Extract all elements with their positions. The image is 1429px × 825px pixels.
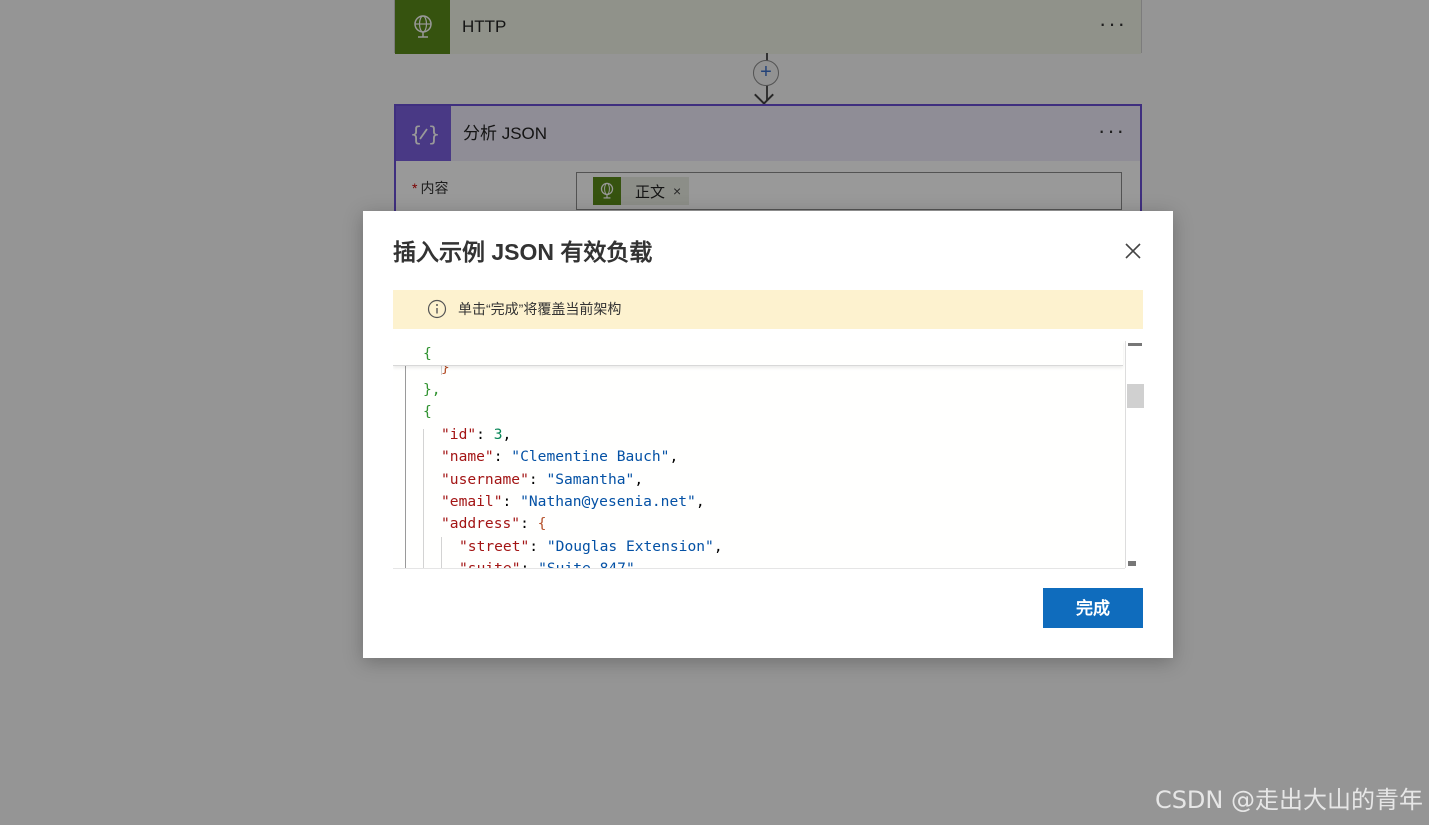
code-line: { bbox=[423, 401, 432, 423]
code-token: "suite" bbox=[459, 560, 521, 569]
sample-payload-dialog: 插入示例 JSON 有效负载 单击“完成”将覆盖当前架构 { } }, { "i… bbox=[363, 211, 1173, 658]
editor-scrollbar[interactable] bbox=[1125, 341, 1144, 568]
scrollbar-thumb[interactable] bbox=[1127, 384, 1144, 408]
info-message-bar: 单击“完成”将覆盖当前架构 bbox=[393, 290, 1143, 329]
code-token: "email" bbox=[441, 493, 503, 510]
scrollbar-marker bbox=[1128, 561, 1136, 566]
indent-guide bbox=[441, 537, 442, 568]
info-text: 单击“完成”将覆盖当前架构 bbox=[458, 301, 622, 317]
code-token: "Douglas Extension" bbox=[546, 538, 714, 555]
code-token: "name" bbox=[441, 448, 494, 465]
code-token: "Samantha" bbox=[546, 471, 635, 488]
code-line: "username": "Samantha", bbox=[441, 471, 644, 488]
code-line: "street": "Douglas Extension", bbox=[459, 538, 723, 555]
code-token: "username" bbox=[441, 471, 529, 488]
code-token: "Clementine Bauch" bbox=[511, 448, 670, 465]
code-line: "email": "Nathan@yesenia.net", bbox=[441, 493, 705, 510]
code-line: "name": "Clementine Bauch", bbox=[441, 448, 679, 465]
code-token: "Suite 847" bbox=[538, 560, 635, 569]
sticky-scroll-header: { bbox=[393, 341, 1123, 366]
scrollbar-marker bbox=[1128, 343, 1142, 346]
code-token: { bbox=[537, 515, 547, 532]
code-token: "address" bbox=[441, 515, 521, 532]
code-line: { bbox=[423, 343, 432, 365]
code-token: }, bbox=[423, 381, 441, 398]
indent-guide bbox=[405, 365, 406, 568]
code-token: "street" bbox=[459, 538, 530, 555]
info-icon bbox=[427, 299, 447, 319]
code-line: }, bbox=[423, 379, 441, 401]
code-token: "Nathan@yesenia.net" bbox=[520, 493, 696, 510]
code-line: "suite": "Suite 847", bbox=[459, 558, 644, 569]
indent-guide bbox=[423, 429, 424, 568]
watermark-text: CSDN @走出大山的青年 bbox=[1154, 786, 1423, 814]
code-token: { bbox=[423, 403, 432, 420]
close-icon[interactable] bbox=[1121, 239, 1145, 263]
dialog-title: 插入示例 JSON 有效负载 bbox=[393, 239, 653, 265]
done-button[interactable]: 完成 bbox=[1043, 588, 1143, 628]
code-token: 3 bbox=[493, 426, 503, 443]
code-token: { bbox=[423, 345, 432, 362]
json-code-editor[interactable]: { } }, { "id": 3, "name": "Clementine Ba… bbox=[393, 341, 1125, 569]
code-line: "address": { bbox=[441, 515, 547, 532]
code-line: "id": 3, bbox=[441, 426, 512, 443]
code-token: "id" bbox=[441, 426, 477, 443]
